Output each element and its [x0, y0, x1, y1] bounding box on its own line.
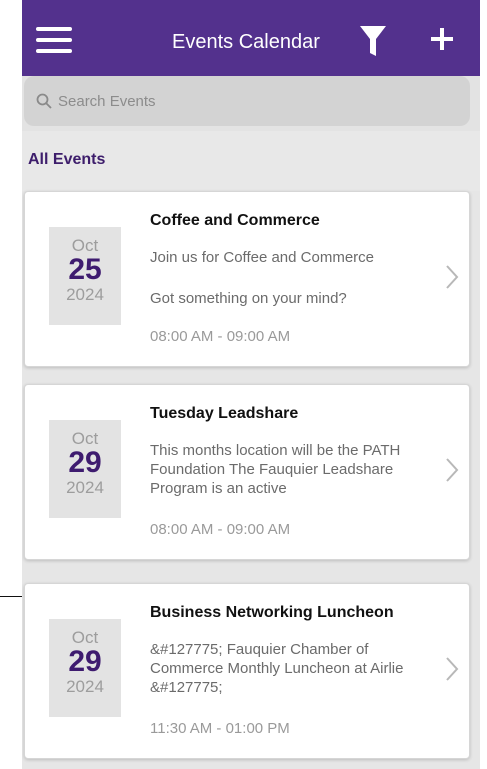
top-bar: Events Calendar: [22, 0, 480, 76]
app-screen: Events Calendar All Events Oct 25 2024: [22, 0, 480, 769]
section-header: All Events: [22, 131, 480, 191]
divider-line: [0, 596, 22, 597]
date-year: 2024: [66, 285, 104, 304]
date-day: 29: [68, 446, 102, 479]
hamburger-menu-icon[interactable]: [36, 27, 72, 53]
event-title: Tuesday Leadshare: [150, 405, 299, 422]
date-badge: Oct 29 2024: [49, 619, 121, 717]
date-day: 29: [68, 645, 102, 678]
date-badge: Oct 25 2024: [49, 227, 121, 325]
event-description-line2: Got something on your mind?: [150, 290, 347, 307]
search-input[interactable]: [58, 88, 358, 114]
search-icon: [36, 93, 52, 109]
event-time: 08:00 AM - 09:00 AM: [150, 328, 291, 345]
event-description: This months location will be the PATH Fo…: [150, 442, 401, 497]
chevron-right-icon: [446, 458, 459, 482]
filter-funnel-icon[interactable]: [360, 26, 386, 56]
section-label-all-events[interactable]: All Events: [28, 151, 105, 169]
event-card[interactable]: Oct 25 2024 Coffee and Commerce Join us …: [24, 191, 470, 367]
search-bar[interactable]: [24, 76, 470, 126]
date-badge: Oct 29 2024: [49, 420, 121, 518]
date-year: 2024: [66, 677, 104, 696]
event-title: Coffee and Commerce: [150, 212, 320, 229]
event-time: 08:00 AM - 09:00 AM: [150, 521, 291, 538]
event-card[interactable]: Oct 29 2024 Business Networking Luncheon…: [24, 583, 470, 759]
search-bar-container: [22, 76, 480, 131]
date-day: 25: [68, 253, 102, 286]
date-year: 2024: [66, 478, 104, 497]
page-title: Events Calendar: [172, 31, 320, 53]
event-time: 11:30 AM - 01:00 PM: [150, 720, 290, 737]
event-description: Join us for Coffee and Commerce: [150, 249, 374, 266]
chevron-right-icon: [446, 657, 459, 681]
event-description: &#127775; Fauquier Chamber of Commerce M…: [150, 641, 404, 696]
event-title: Business Networking Luncheon: [150, 604, 394, 621]
event-card[interactable]: Oct 29 2024 Tuesday Leadshare This month…: [24, 384, 470, 560]
chevron-right-icon: [446, 265, 459, 289]
plus-icon[interactable]: [427, 24, 457, 54]
